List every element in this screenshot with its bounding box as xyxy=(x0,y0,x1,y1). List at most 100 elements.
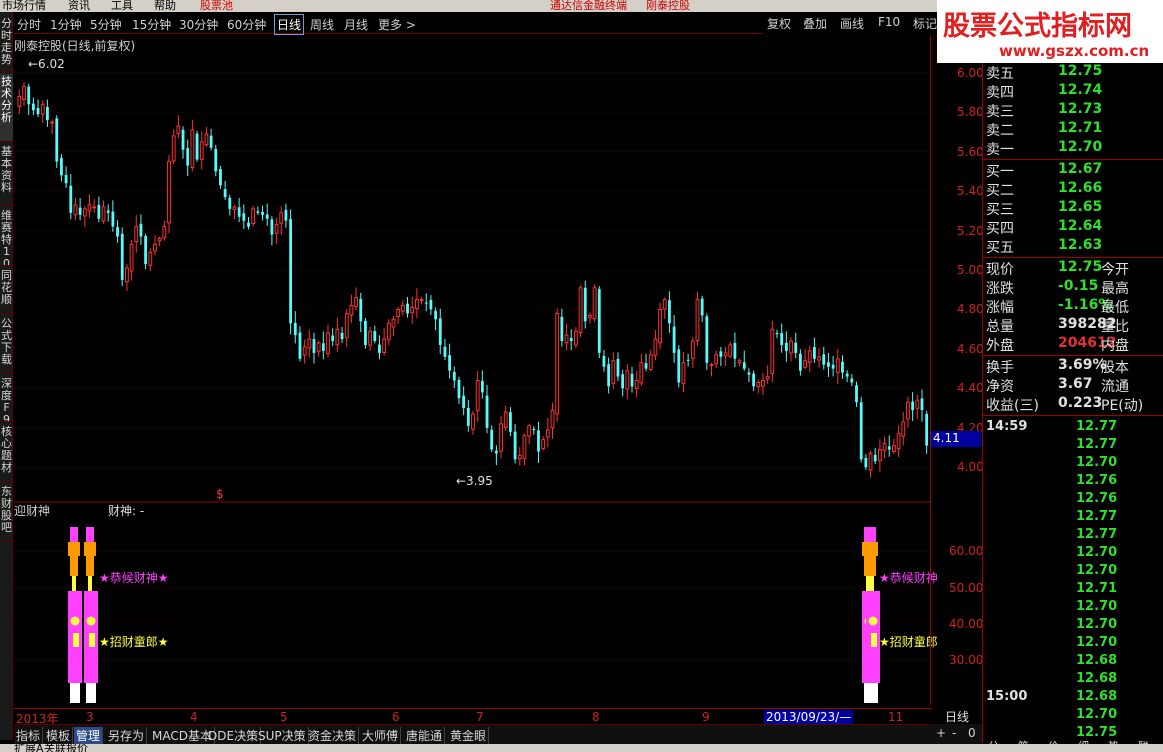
annot-magenta-right: ★恭候财神 xyxy=(879,571,938,585)
period-1min[interactable]: 1分钟 xyxy=(50,16,82,33)
kline-chart[interactable]: ←6.02 ←3.95 $ xyxy=(14,35,930,705)
tab-guba[interactable]: 东财股吧 xyxy=(0,484,13,542)
ask-level-4-value: 12.74 xyxy=(1058,82,1103,98)
bid-level-2-label: 买二 xyxy=(986,183,1014,199)
tab-intraday[interactable]: 分时走势 xyxy=(0,16,13,72)
bid-level-4: 买四 12.64 xyxy=(986,218,1163,237)
bottom-tab-1[interactable]: 模板 xyxy=(44,727,74,744)
indicator-title: 迎财神 xyxy=(14,504,51,518)
ask-level-1: 卖一 12.70 xyxy=(986,139,1163,158)
date-axis: 2013年 3 4 5 6 7 8 9 2013/09/23/— 11 xyxy=(14,708,932,726)
bottom-tab-7[interactable]: 资金决策 xyxy=(306,727,360,744)
stat-3: 总量 398282 量比 xyxy=(986,316,1163,335)
candle-body xyxy=(462,395,466,409)
figure-stem xyxy=(72,576,76,591)
status-ext-a[interactable]: 扩展A xyxy=(14,744,44,752)
bid-level-3-label: 买三 xyxy=(986,202,1014,218)
candle-body xyxy=(555,312,560,415)
bottom-tab-2[interactable]: 管理 xyxy=(74,727,104,744)
zoom-reset-button[interactable]: 0 xyxy=(968,726,976,740)
period-15min[interactable]: 15分钟 xyxy=(132,16,171,33)
candle-body xyxy=(40,103,45,115)
tick-row: 12.76 xyxy=(986,491,1163,509)
separator xyxy=(983,415,1163,416)
bottom-tab-9[interactable]: 唐能通 xyxy=(404,727,446,744)
tab-formula-download[interactable]: 公式下载 xyxy=(0,316,13,374)
candle-body xyxy=(438,318,442,345)
menu-market[interactable]: 市场行情 xyxy=(2,0,46,12)
tick-price: 12.68 xyxy=(1076,671,1118,686)
stat-3-label: 总量 xyxy=(986,319,1014,335)
candle-body xyxy=(448,355,452,371)
candle-body xyxy=(625,370,630,390)
tick-price: 12.76 xyxy=(1076,473,1118,488)
candle-body xyxy=(686,359,690,361)
tab-depth-f9[interactable]: 深度F9 xyxy=(0,376,13,422)
zoom-in-button[interactable]: + xyxy=(936,726,946,740)
candle-body xyxy=(471,413,475,430)
tick-row: 12.76 xyxy=(986,473,1163,491)
price-tick-label: 4.80 xyxy=(957,302,984,317)
zoom-out-button[interactable]: - xyxy=(952,726,956,740)
draw-line-button[interactable]: 画线 xyxy=(840,15,864,32)
tick-time: 15:00 xyxy=(986,689,1028,704)
candle-body xyxy=(60,157,63,176)
bottom-tab-6[interactable]: SUP决策 xyxy=(256,727,309,744)
candle-body xyxy=(864,457,868,468)
current-price-tag: 4.11 xyxy=(931,431,981,447)
period-5min[interactable]: 5分钟 xyxy=(90,16,122,33)
candle-body xyxy=(82,208,87,217)
stat-0-label2: 今开 xyxy=(1101,262,1129,278)
tick-row: 14:59 12.77 xyxy=(986,419,1163,437)
f10-button[interactable]: F10 xyxy=(878,15,900,29)
tab-core-theme[interactable]: 核心题材 xyxy=(0,424,13,482)
figure-cap xyxy=(68,542,80,556)
price-tick-label: 5.00 xyxy=(957,263,984,278)
tab-technical[interactable]: 技术分析 xyxy=(0,74,13,142)
menu-tools[interactable]: 工具 xyxy=(111,0,133,12)
period-indicator[interactable]: 日线 xyxy=(932,708,982,724)
bottom-tab-5[interactable]: DDE决策 xyxy=(206,727,262,744)
period-more[interactable]: 更多 > xyxy=(378,16,416,33)
mark-button[interactable]: 标记 xyxy=(913,15,937,32)
candle-body xyxy=(195,133,199,160)
menu-help[interactable]: 帮助 xyxy=(154,0,176,12)
menu-news[interactable]: 资讯 xyxy=(68,0,90,12)
candle-body xyxy=(560,316,564,342)
menu-stock-pool[interactable]: 股票池 xyxy=(200,0,233,12)
candle-body xyxy=(756,381,761,388)
figure-cap xyxy=(866,542,878,556)
candle-body xyxy=(354,297,358,307)
overlay-button[interactable]: 叠加 xyxy=(803,15,827,32)
bottom-tab-8[interactable]: 大师傅 xyxy=(360,727,402,744)
bottom-tab-10[interactable]: 黄金眼 xyxy=(448,727,490,744)
candle-body xyxy=(406,303,409,314)
adjust-button[interactable]: 复权 xyxy=(767,15,791,32)
figure-neck xyxy=(868,556,876,576)
period-60min[interactable]: 60分钟 xyxy=(227,16,266,33)
candle-body xyxy=(621,374,625,389)
candle-body xyxy=(186,148,190,166)
tab-tonghuashun[interactable]: 同花顺 xyxy=(0,268,13,314)
candle-body xyxy=(737,360,742,364)
status-linked-quote[interactable]: 关联报价 xyxy=(44,744,88,752)
stat-1-label2: 最高 xyxy=(1101,281,1129,297)
period-daily[interactable]: 日线 xyxy=(274,14,305,35)
candle-body xyxy=(148,251,153,266)
tick-row: 12.70 xyxy=(986,617,1163,635)
candle-body xyxy=(144,236,148,265)
tab-fundamentals[interactable]: 基本资料 xyxy=(0,144,13,206)
candle-body xyxy=(690,340,695,359)
period-30min[interactable]: 30分钟 xyxy=(179,16,218,33)
tick-row: 12.70 xyxy=(986,545,1163,563)
candle-body xyxy=(134,226,139,243)
price-tick-label: 4.40 xyxy=(957,381,984,396)
period-intraday[interactable]: 分时 xyxy=(17,16,41,33)
tick-price: 12.77 xyxy=(1076,527,1118,542)
tab-weisaite[interactable]: 维赛特10 xyxy=(0,208,13,266)
candle-body xyxy=(723,352,728,357)
period-monthly[interactable]: 月线 xyxy=(344,16,368,33)
bottom-tab-3[interactable]: 另存为 xyxy=(106,727,148,744)
period-weekly[interactable]: 周线 xyxy=(310,16,334,33)
bottom-tab-0[interactable]: 指标 xyxy=(14,727,44,744)
